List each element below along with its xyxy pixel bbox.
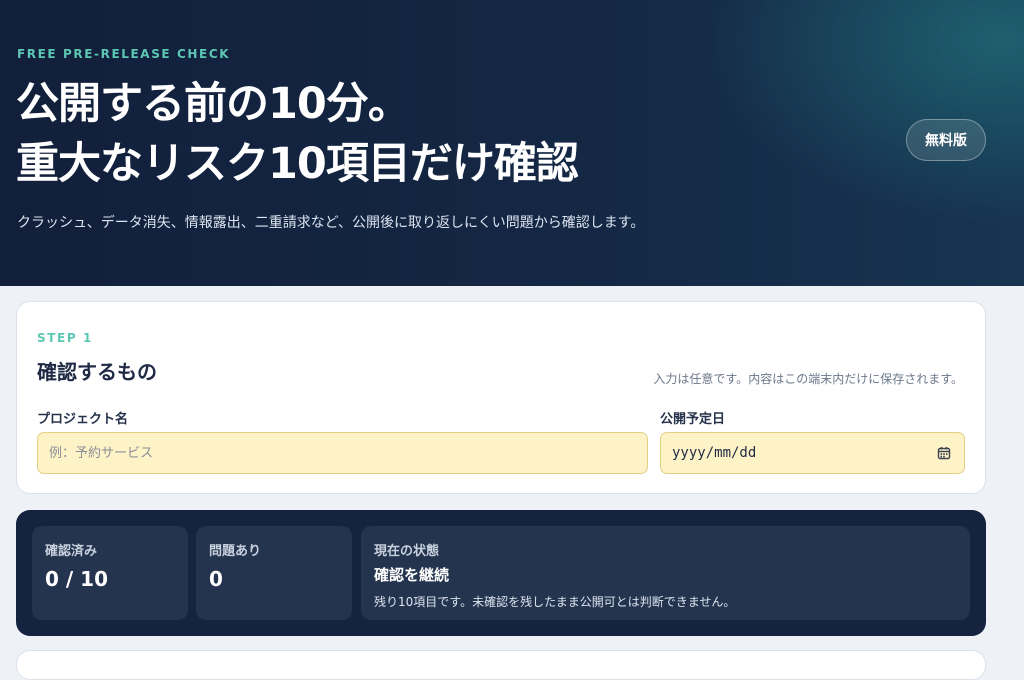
checked-count-value: 0 / 10 bbox=[45, 567, 108, 591]
release-date-input[interactable]: yyyy/mm/dd bbox=[660, 432, 965, 474]
release-date-value: yyyy/mm/dd bbox=[672, 445, 757, 461]
hero-subtitle: クラッシュ、データ消失、情報露出、二重請求など、公開後に取り返しにくい問題から確… bbox=[17, 215, 645, 231]
status-panel: 確認済み 0 / 10 問題あり 0 現在の状態 確認を継続 残り10項目です。… bbox=[16, 510, 986, 636]
current-state-value: 確認を継続 bbox=[374, 566, 450, 584]
storage-note: 入力は任意です。内容はこの端末内だけに保存されます。 bbox=[653, 372, 963, 386]
hero-title-line-1: 公開する前の10分。 bbox=[16, 79, 411, 129]
step-label: STEP 1 bbox=[37, 331, 93, 345]
current-state-label: 現在の状態 bbox=[374, 544, 440, 559]
hero-eyebrow: FREE PRE-RELEASE CHECK bbox=[17, 47, 231, 61]
project-name-label: プロジェクト名 bbox=[37, 412, 129, 427]
hero-header: FREE PRE-RELEASE CHECK 公開する前の10分。 重大なリスク… bbox=[0, 0, 1024, 286]
hero-title: 公開する前の10分。 重大なリスク10項目だけ確認 bbox=[16, 74, 579, 194]
issues-count-tile: 問題あり 0 bbox=[196, 526, 352, 620]
issues-count-label: 問題あり bbox=[209, 544, 262, 559]
issues-count-value: 0 bbox=[209, 567, 223, 591]
hero-title-line-2: 重大なリスク10項目だけ確認 bbox=[16, 139, 579, 189]
release-date-label: 公開予定日 bbox=[660, 412, 726, 427]
next-section-card bbox=[16, 650, 986, 680]
calendar-icon[interactable] bbox=[937, 446, 951, 460]
checked-count-tile: 確認済み 0 / 10 bbox=[32, 526, 188, 620]
project-info-card: STEP 1 確認するもの 入力は任意です。内容はこの端末内だけに保存されます。… bbox=[16, 301, 986, 494]
current-state-description: 残り10項目です。未確認を残したまま公開可とは判断できません。 bbox=[374, 595, 736, 609]
free-version-badge: 無料版 bbox=[906, 119, 986, 161]
checked-count-label: 確認済み bbox=[45, 544, 98, 559]
current-state-tile: 現在の状態 確認を継続 残り10項目です。未確認を残したまま公開可とは判断できま… bbox=[361, 526, 970, 620]
project-name-input[interactable] bbox=[37, 432, 648, 474]
card-title: 確認するもの bbox=[37, 360, 157, 384]
